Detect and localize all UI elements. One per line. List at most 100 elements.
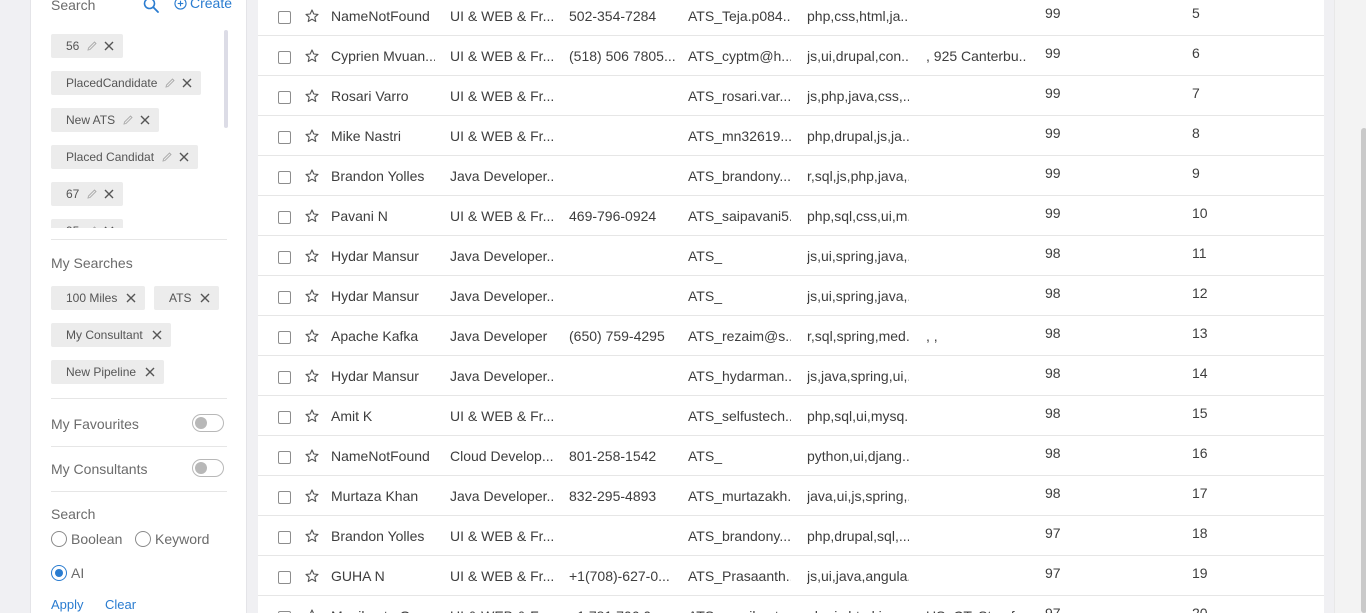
- star-icon[interactable]: [305, 449, 319, 463]
- table-row[interactable]: Hydar Mansur Java Developer... ATS_hydarma…: [258, 356, 1324, 396]
- table-row[interactable]: Apache Kafka Java Developer (650) 759-4295…: [258, 316, 1324, 356]
- ai-radio[interactable]: AI: [51, 565, 84, 581]
- star-icon[interactable]: [305, 329, 319, 343]
- star-icon[interactable]: [305, 369, 319, 383]
- candidate-name[interactable]: Hydar Mansur: [331, 248, 435, 264]
- saved-search-chip[interactable]: PlacedCandidate: [51, 71, 202, 95]
- candidate-name[interactable]: NameNotFound: [331, 8, 435, 24]
- table-row[interactable]: Pavani N UI & WEB & Fr... 469-796-0924 ATS_…: [258, 196, 1324, 236]
- star-icon[interactable]: [305, 289, 319, 303]
- table-row[interactable]: Amit K UI & WEB & Fr... ATS_selfustech... p…: [258, 396, 1324, 436]
- star-icon[interactable]: [305, 9, 319, 23]
- table-row[interactable]: Murtaza Khan Java Developer... 832-295-489…: [258, 476, 1324, 516]
- candidate-name[interactable]: Brandon Yolles: [331, 168, 435, 184]
- candidate-name[interactable]: GUHA N: [331, 568, 435, 584]
- star-icon[interactable]: [305, 529, 319, 543]
- candidate-name[interactable]: Mike Nastri: [331, 128, 435, 144]
- row-checkbox[interactable]: [278, 371, 291, 384]
- close-icon[interactable]: [151, 329, 163, 341]
- close-icon[interactable]: [125, 292, 137, 304]
- candidate-name[interactable]: Amit K: [331, 408, 435, 424]
- my-favourites-toggle[interactable]: [192, 414, 224, 432]
- star-icon[interactable]: [305, 409, 319, 423]
- row-checkbox[interactable]: [278, 531, 291, 544]
- row-checkbox[interactable]: [278, 131, 291, 144]
- my-search-chip[interactable]: ATS: [154, 286, 220, 310]
- table-row[interactable]: NameNotFound UI & WEB & Fr... 502-354-7284…: [258, 0, 1324, 36]
- pencil-icon[interactable]: [162, 152, 172, 162]
- my-search-chip[interactable]: New Pipeline: [51, 360, 165, 384]
- clear-button[interactable]: Clear: [105, 597, 136, 612]
- pencil-icon[interactable]: [123, 115, 133, 125]
- keyword-radio[interactable]: Keyword: [135, 531, 209, 547]
- table-row[interactable]: Brandon Yolles Java Developer... ATS_brand…: [258, 156, 1324, 196]
- star-icon[interactable]: [305, 569, 319, 583]
- candidate-name[interactable]: NameNotFound: [331, 448, 435, 464]
- row-checkbox[interactable]: [278, 491, 291, 504]
- close-icon[interactable]: [103, 40, 115, 52]
- my-search-chip[interactable]: My Consultant: [51, 323, 171, 347]
- candidate-name[interactable]: Hydar Mansur: [331, 288, 435, 304]
- close-icon[interactable]: [103, 225, 115, 228]
- pencil-icon[interactable]: [165, 78, 176, 88]
- saved-searches-list[interactable]: 56 PlacedCandidate New ATS Placed Candid…: [51, 30, 229, 228]
- star-icon[interactable]: [305, 129, 319, 143]
- table-row[interactable]: Brandon Yolles UI & WEB & Fr... ATS_brando…: [258, 516, 1324, 556]
- row-checkbox[interactable]: [278, 411, 291, 424]
- pencil-icon[interactable]: [87, 189, 97, 199]
- pencil-icon[interactable]: [87, 41, 97, 51]
- close-icon[interactable]: [181, 77, 193, 89]
- saved-search-chip[interactable]: 95: [51, 219, 124, 228]
- row-checkbox[interactable]: [278, 571, 291, 584]
- saved-search-chip[interactable]: 56: [51, 34, 124, 58]
- create-search-button[interactable]: Create: [174, 0, 232, 11]
- row-checkbox[interactable]: [278, 251, 291, 264]
- my-consultants-toggle[interactable]: [192, 459, 224, 477]
- table-row[interactable]: Cyprien Mvuan... UI & WEB & Fr... (518) 50…: [258, 36, 1324, 76]
- star-icon[interactable]: [305, 209, 319, 223]
- row-checkbox[interactable]: [278, 91, 291, 104]
- candidate-name[interactable]: Apache Kafka: [331, 328, 435, 344]
- table-row[interactable]: GUHA N UI & WEB & Fr... +1(708)-627-0... AT…: [258, 556, 1324, 596]
- star-icon[interactable]: [305, 89, 319, 103]
- close-icon[interactable]: [178, 151, 190, 163]
- close-icon[interactable]: [103, 188, 115, 200]
- table-row[interactable]: Rosari Varro UI & WEB & Fr... ATS_rosari.v…: [258, 76, 1324, 116]
- row-checkbox[interactable]: [278, 331, 291, 344]
- saved-search-chip[interactable]: Placed Candidat: [51, 145, 199, 169]
- table-row[interactable]: Manikanta G UI & WEB & Fr... +1 781 706 0.…: [258, 596, 1324, 613]
- apply-button[interactable]: Apply: [51, 597, 84, 612]
- saved-searches-scrollbar[interactable]: [224, 30, 228, 128]
- close-icon[interactable]: [139, 114, 151, 126]
- candidate-name[interactable]: Murtaza Khan: [331, 488, 435, 504]
- search-icon[interactable]: [143, 0, 159, 13]
- row-checkbox[interactable]: [278, 291, 291, 304]
- table-row[interactable]: Hydar Mansur Java Developer... ATS_ js,ui,s…: [258, 276, 1324, 316]
- table-row[interactable]: Hydar Mansur Java Developer... ATS_ js,ui,s…: [258, 236, 1324, 276]
- star-icon[interactable]: [305, 49, 319, 63]
- my-search-chip[interactable]: 100 Miles: [51, 286, 146, 310]
- row-checkbox[interactable]: [278, 51, 291, 64]
- star-icon[interactable]: [305, 489, 319, 503]
- saved-search-chip[interactable]: New ATS: [51, 108, 160, 132]
- page-scrollbar[interactable]: [1334, 0, 1366, 613]
- candidate-name[interactable]: Pavani N: [331, 208, 435, 224]
- star-icon[interactable]: [305, 169, 319, 183]
- candidate-name[interactable]: Cyprien Mvuan...: [331, 48, 435, 64]
- star-icon[interactable]: [305, 609, 319, 613]
- table-row[interactable]: NameNotFound Cloud Develop... 801-258-1542…: [258, 436, 1324, 476]
- close-icon[interactable]: [199, 292, 211, 304]
- row-checkbox[interactable]: [278, 211, 291, 224]
- row-checkbox[interactable]: [278, 171, 291, 184]
- row-checkbox[interactable]: [278, 451, 291, 464]
- candidate-name[interactable]: Hydar Mansur: [331, 368, 435, 384]
- pencil-icon[interactable]: [87, 226, 97, 228]
- candidate-name[interactable]: Manikanta G: [331, 608, 435, 613]
- scrollbar-thumb[interactable]: [1361, 128, 1366, 613]
- close-icon[interactable]: [144, 366, 156, 378]
- saved-search-chip[interactable]: 67: [51, 182, 124, 206]
- star-icon[interactable]: [305, 249, 319, 263]
- candidate-name[interactable]: Rosari Varro: [331, 88, 435, 104]
- candidate-name[interactable]: Brandon Yolles: [331, 528, 435, 544]
- boolean-radio[interactable]: Boolean: [51, 531, 122, 547]
